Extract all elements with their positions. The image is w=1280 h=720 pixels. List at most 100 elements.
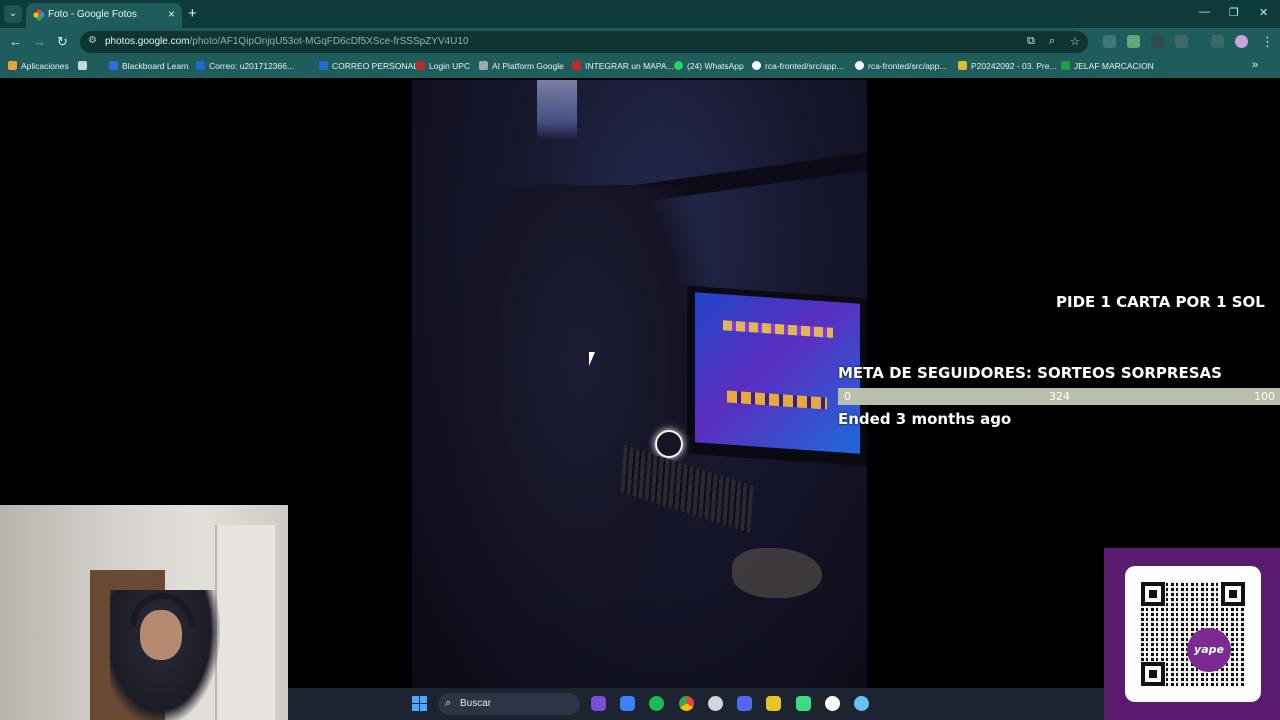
bookmark-item[interactable]: rca-fronted/src/app... [855, 61, 946, 71]
yape-logo: yape [1187, 628, 1231, 672]
bookmark-label: rca-fronted/src/app... [868, 61, 947, 71]
bookmark-star-icon[interactable]: ☆ [1070, 35, 1080, 48]
webcam-door [215, 525, 275, 720]
document-icon [958, 61, 967, 70]
steam-icon[interactable] [854, 696, 869, 711]
bookmark-item[interactable]: INTEGRAR un MAPA... [572, 61, 674, 71]
bookmark-item[interactable]: rca-fronted/src/app... [752, 61, 843, 71]
address-bar[interactable]: ⚙ photos.google.com/photo/AF1QipOnjqU53o… [80, 31, 1088, 53]
goal-status-text: Ended 3 months ago [838, 410, 1012, 428]
tab-search-button[interactable]: ⌄ [4, 5, 22, 23]
qr-finder-pattern [1141, 662, 1165, 686]
outlook-icon [196, 61, 205, 70]
github-icon[interactable] [708, 696, 723, 711]
site-info-icon[interactable]: ⚙ [88, 35, 97, 46]
bookmark-label: INTEGRAR un MAPA... [585, 61, 674, 71]
sheets-icon [1061, 61, 1070, 70]
photo-window-light [537, 80, 577, 140]
github-icon [752, 61, 761, 70]
photo-monitor-screen [695, 292, 860, 454]
open-in-app-icon[interactable]: ⧉ [1027, 35, 1035, 48]
spotify-icon[interactable] [649, 696, 664, 711]
qr-finder-pattern [1221, 582, 1245, 606]
bookmark-label: JELAF MARCACION [1074, 61, 1154, 71]
photo-person [452, 185, 712, 625]
yape-qr-panel: yape [1104, 548, 1280, 720]
search-placeholder: Buscar [460, 698, 492, 709]
extension-icon[interactable] [1127, 35, 1140, 48]
card-offer-text: PIDE 1 CARTA POR 1 SOL [1056, 293, 1265, 311]
bookmark-label: Correo: u201712366... [209, 61, 295, 71]
new-tab-button[interactable]: + [188, 5, 197, 22]
outlook-icon [319, 61, 328, 70]
logitech-icon[interactable] [825, 696, 840, 711]
youtube-icon [572, 61, 581, 70]
bookmarks-bar: Aplicaciones Blackboard Learn Correo: u2… [0, 56, 1280, 78]
bookmark-label: AI Platform Google [492, 61, 564, 71]
bookmark-item[interactable]: JELAF MARCACION [1061, 61, 1154, 71]
browser-toolbar: ← → ↻ ⚙ photos.google.com/photo/AF1QipOn… [0, 28, 1280, 56]
bookmark-item[interactable]: Login UPC [416, 61, 470, 71]
extension-icon[interactable] [1151, 35, 1164, 48]
android-icon[interactable] [796, 696, 811, 711]
tab-strip: ⌄ Foto - Google Fotos × + — ❐ ✕ [0, 0, 1280, 28]
menu-kebab-icon[interactable]: ⋮ [1261, 34, 1274, 50]
media-control-icon[interactable] [1211, 35, 1224, 48]
bookmark-item[interactable]: AI Platform Google [479, 61, 564, 71]
goal-max-value: 100 [1254, 390, 1275, 403]
photo-ring-light [655, 430, 683, 458]
windows-taskbar: ⌕ Buscar [288, 688, 1104, 720]
follower-goal-bar: 0 324 100 [838, 388, 1280, 405]
grid-icon [78, 61, 87, 70]
more-bookmarks-icon[interactable]: » [1252, 59, 1258, 71]
upc-icon [416, 61, 425, 70]
restore-icon[interactable]: ❐ [1229, 6, 1239, 19]
close-window-icon[interactable]: ✕ [1259, 6, 1268, 19]
reload-icon[interactable]: ↻ [57, 34, 68, 50]
profile-avatar[interactable] [1235, 35, 1248, 48]
url-text[interactable]: photos.google.com/photo/AF1QipOnjqU53ot-… [105, 36, 469, 47]
qr-code: yape [1141, 582, 1245, 686]
close-tab-icon[interactable]: × [168, 7, 175, 21]
tab-title: Foto - Google Fotos [48, 9, 137, 20]
back-icon[interactable]: ← [9, 34, 22, 49]
bookmark-label: Blackboard Learn [122, 61, 189, 71]
discord-icon[interactable] [737, 696, 752, 711]
zoom-icon[interactable]: ⌕ [1049, 35, 1055, 48]
github-icon [855, 61, 864, 70]
bookmark-label: Aplicaciones [21, 61, 69, 71]
qr-finder-pattern [1141, 582, 1165, 606]
bookmark-label: rca-fronted/src/app... [765, 61, 844, 71]
bolt-icon[interactable] [766, 696, 781, 711]
minimize-icon[interactable]: — [1199, 6, 1210, 18]
follower-goal-title: META DE SEGUIDORES: SORTEOS SORPRESAS [838, 364, 1222, 382]
windows-start-icon[interactable] [412, 696, 427, 711]
bookmark-item[interactable]: (24) WhatsApp [674, 61, 744, 71]
blackboard-icon [109, 61, 118, 70]
goal-min-value: 0 [844, 390, 851, 403]
url-host: photos.google.com [105, 36, 190, 47]
taskbar-search[interactable]: ⌕ Buscar [438, 693, 580, 715]
extension-icon[interactable] [1103, 35, 1116, 48]
tab-google-photos[interactable]: Foto - Google Fotos × [26, 3, 182, 28]
webcam-feed [0, 505, 288, 720]
photo-image[interactable] [412, 80, 867, 688]
sublime-icon[interactable] [591, 696, 606, 711]
bookmark-item[interactable] [78, 61, 91, 71]
bookmark-item[interactable]: CORREO PERSONAL [319, 61, 418, 71]
forward-icon[interactable]: → [33, 34, 46, 49]
bookmark-item[interactable]: P20242092 - 03. Pre... [958, 61, 1057, 71]
shield-icon[interactable] [620, 696, 635, 711]
bookmark-item[interactable]: Correo: u201712366... [196, 61, 294, 71]
bookmark-item[interactable]: Aplicaciones [8, 61, 69, 71]
bookmark-label: Login UPC [429, 61, 471, 71]
photo-card-row [727, 390, 827, 410]
puzzle-icon[interactable] [1175, 35, 1188, 48]
url-path: /photo/AF1QipOnjqU53ot-MGqFD6cDf5XSce-fr… [189, 36, 469, 47]
photo-card-row [723, 320, 833, 338]
bookmark-item[interactable]: Blackboard Learn [109, 61, 189, 71]
search-icon: ⌕ [445, 697, 452, 709]
chrome-icon[interactable] [679, 696, 694, 711]
google-photos-icon [33, 9, 45, 21]
bookmark-label: P20242092 - 03. Pre... [971, 61, 1057, 71]
